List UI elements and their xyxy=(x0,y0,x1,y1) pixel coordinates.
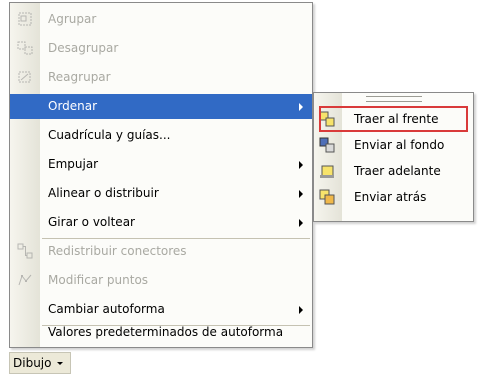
regroup-icon xyxy=(18,71,31,83)
annotation-highlight-box xyxy=(319,106,468,132)
menu-item-label: Alinear o distribuir xyxy=(48,186,159,200)
menu-item-redistribuir[interactable]: Redistribuir conectores xyxy=(10,239,312,264)
submenu-item-enviar-atras[interactable]: Enviar atrás xyxy=(314,184,473,210)
menu-item-label: Ordenar xyxy=(48,99,98,113)
submenu-arrow-icon xyxy=(299,190,303,198)
menu-item-valores-predeterminados[interactable]: Valores predeterminados de autoforma xyxy=(10,320,312,345)
menu-item-reagrupar[interactable]: Reagrupar xyxy=(10,65,312,90)
submenu-arrow-icon xyxy=(299,161,303,169)
menu-item-label: Cuadrícula y guías... xyxy=(48,128,171,142)
menu-item-label: Desagrupar xyxy=(48,41,119,55)
menu-item-label: Modificar puntos xyxy=(48,273,149,287)
menu-item-label: Agrupar xyxy=(48,12,97,26)
submenu-arrow-icon xyxy=(299,103,303,111)
menu-item-label: Cambiar autoforma xyxy=(48,302,165,316)
menu-item-label: Empujar xyxy=(48,157,99,171)
menu-item-label: Redistribuir conectores xyxy=(48,244,187,258)
menu-item-agrupar[interactable]: Agrupar xyxy=(10,7,312,32)
submenu-arrow-icon xyxy=(299,306,303,314)
bring-forward-icon xyxy=(320,165,334,178)
submenu-drag-handle[interactable] xyxy=(366,96,422,102)
drawing-menu: Agrupar Desagrupar Reagrupar Ordenar Cua… xyxy=(9,2,313,348)
send-backward-icon xyxy=(319,189,335,205)
dibujo-label: Dibujo xyxy=(13,356,52,370)
submenu-item-label: Enviar al fondo xyxy=(354,138,445,152)
menu-item-label: Girar o voltear xyxy=(48,215,135,229)
menu-item-ordenar[interactable]: Ordenar xyxy=(10,94,312,119)
menu-item-alinear[interactable]: Alinear o distribuir xyxy=(10,181,312,206)
menu-item-label: Valores predeterminados de autoforma xyxy=(48,325,284,339)
menu-item-cuadricula[interactable]: Cuadrícula y guías... xyxy=(10,123,312,148)
menu-item-desagrupar[interactable]: Desagrupar xyxy=(10,36,312,61)
submenu-item-traer-adelante[interactable]: Traer adelante xyxy=(314,158,473,184)
connector-icon xyxy=(17,243,33,259)
group-icon xyxy=(18,12,32,26)
send-to-back-icon xyxy=(319,137,335,153)
submenu-item-enviar-al-fondo[interactable]: Enviar al fondo xyxy=(314,132,473,158)
ordenar-submenu: Traer al frente Enviar al fondo Traer ad… xyxy=(313,92,474,222)
submenu-item-label: Traer adelante xyxy=(354,164,441,178)
menu-item-cambiar-autoforma[interactable]: Cambiar autoforma xyxy=(10,297,312,322)
ungroup-icon xyxy=(17,41,33,55)
menu-item-label: Reagrupar xyxy=(48,70,111,84)
menu-item-girar[interactable]: Girar o voltear xyxy=(10,210,312,235)
submenu-arrow-icon xyxy=(299,219,303,227)
dropdown-arrow-icon xyxy=(57,362,63,365)
dibujo-menu-button[interactable]: Dibujo xyxy=(9,352,71,374)
submenu-item-label: Enviar atrás xyxy=(354,190,427,204)
edit-points-icon xyxy=(18,274,32,286)
menu-item-empujar[interactable]: Empujar xyxy=(10,152,312,177)
menu-item-modificar[interactable]: Modificar puntos xyxy=(10,268,312,293)
